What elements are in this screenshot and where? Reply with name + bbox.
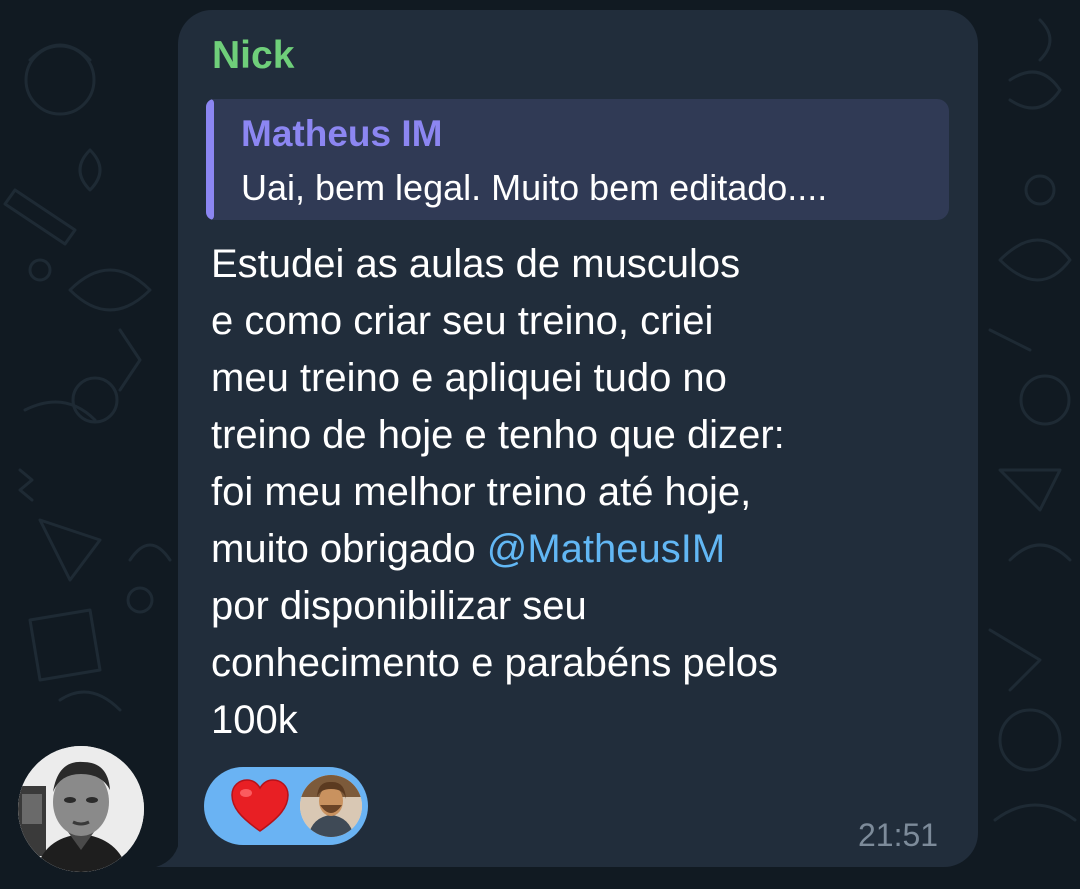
heart-icon xyxy=(231,779,289,832)
reply-quote[interactable]: Matheus IM Uai, bem legal. Muito bem edi… xyxy=(206,99,949,220)
sender-avatar[interactable] xyxy=(18,746,144,872)
reply-preview: Uai, bem legal. Muito bem editado.... xyxy=(241,167,828,208)
reply-accent-bar xyxy=(206,99,214,220)
message-line: Estudei as aulas de musculos xyxy=(211,242,741,286)
bubble-tail xyxy=(156,836,186,867)
message-line: treino de hoje e tenho que dizer: xyxy=(211,413,785,457)
message-line: 100k xyxy=(211,698,298,742)
message-text: Estudei as aulas de musculos e como cria… xyxy=(211,236,931,749)
message-line: por disponibilizar seu xyxy=(211,584,587,628)
message-line: meu treino e apliquei tudo no xyxy=(211,356,727,400)
sender-name[interactable]: Nick xyxy=(212,32,294,80)
mention-link[interactable]: @MatheusIM xyxy=(487,527,725,571)
message-line: e como criar seu treino, criei xyxy=(211,299,714,343)
reaction-pill[interactable] xyxy=(204,767,368,845)
message-line: foi meu melhor treino até hoje, xyxy=(211,470,752,514)
message-time: 21:51 xyxy=(858,817,939,853)
message-line: conhecimento e parabéns pelos xyxy=(211,641,779,685)
reply-author: Matheus IM xyxy=(241,113,443,154)
reactor-avatar xyxy=(300,775,362,837)
message-line-text: muito obrigado xyxy=(211,527,487,571)
message-line-with-mention: muito obrigado @MatheusIM xyxy=(211,521,931,578)
